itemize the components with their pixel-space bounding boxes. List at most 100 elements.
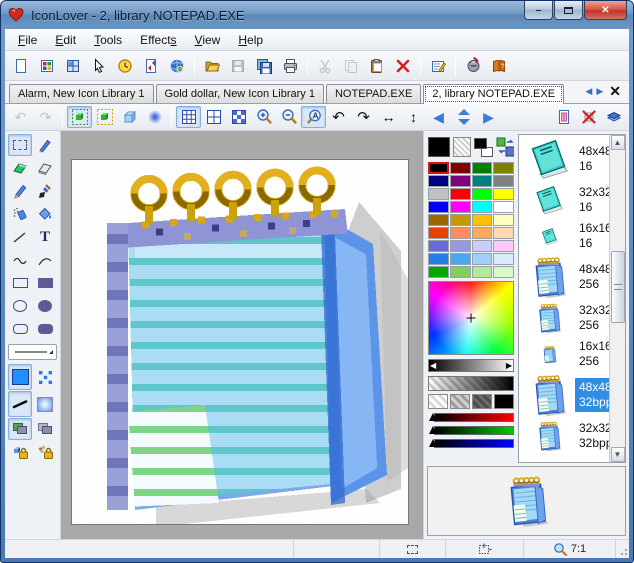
image-format-list-button[interactable]: [601, 106, 626, 128]
shift-right-button[interactable]: ▶: [476, 106, 501, 128]
palette-color-swatch[interactable]: [428, 201, 449, 213]
ellipse-tool[interactable]: [8, 295, 32, 317]
draw-mode-blur-button[interactable]: [142, 106, 167, 128]
format-item-32x32-256[interactable]: 32x32256: [523, 301, 609, 335]
tab-close-icon[interactable]: ✕: [607, 83, 623, 100]
palette-color-swatch[interactable]: [428, 175, 449, 187]
current-color-swatch[interactable]: [428, 137, 450, 157]
palette-color-swatch[interactable]: [493, 214, 514, 226]
opacity-50-swatch[interactable]: [450, 394, 470, 409]
format-list-scrollbar[interactable]: ▲ ▼: [609, 135, 625, 462]
blue-slider-marker[interactable]: [429, 439, 437, 447]
palette-color-swatch[interactable]: [472, 162, 493, 174]
filled-rectangle-tool[interactable]: [33, 272, 57, 294]
palette-color-swatch[interactable]: [450, 175, 471, 187]
title-bar[interactable]: IconLover - 2, library NOTEPAD.EXE – ✕: [1, 1, 633, 29]
capture-cursor-button[interactable]: [86, 54, 112, 78]
palette-color-swatch[interactable]: [450, 162, 471, 174]
transparent-color-swatch[interactable]: [453, 137, 471, 157]
copy-button[interactable]: [338, 54, 364, 78]
palette-color-swatch[interactable]: [472, 240, 493, 252]
save-button[interactable]: [225, 54, 251, 78]
tab-gold-dollar[interactable]: Gold dollar, New Icon Library 1: [156, 84, 324, 103]
new-image-format-button[interactable]: [551, 106, 576, 128]
rect-select-tool[interactable]: [8, 134, 32, 156]
shift-left-button[interactable]: ◀: [426, 106, 451, 128]
minimize-button[interactable]: –: [524, 1, 553, 20]
tab-scroll-right-icon[interactable]: ▶: [596, 86, 603, 97]
green-slider-marker[interactable]: [429, 426, 437, 434]
palette-color-swatch[interactable]: [472, 188, 493, 200]
tab-2-library-notepad[interactable]: 2, library NOTEPAD.EXE: [423, 84, 564, 104]
draw-mode-transparent-button[interactable]: [117, 106, 142, 128]
text-tool[interactable]: T: [33, 226, 57, 248]
redo-button[interactable]: ↷: [33, 106, 58, 128]
properties-button[interactable]: [425, 54, 451, 78]
close-button[interactable]: ✕: [584, 1, 627, 20]
opaque-mode-button[interactable]: [8, 418, 32, 440]
red-slider-marker[interactable]: [429, 413, 437, 421]
palette-color-swatch[interactable]: [493, 253, 514, 265]
grid-quarters-button[interactable]: [201, 106, 226, 128]
scroll-down-icon[interactable]: ▼: [611, 447, 625, 462]
palette-color-swatch[interactable]: [493, 188, 514, 200]
maximize-button[interactable]: [554, 1, 583, 20]
flip-vertical-button[interactable]: ↕: [401, 106, 426, 128]
palette-color-swatch[interactable]: [493, 162, 514, 174]
paste-button[interactable]: [364, 54, 390, 78]
color-picker-tool[interactable]: [33, 134, 57, 156]
pencil-tool[interactable]: [8, 180, 32, 202]
opacity-75-swatch[interactable]: [472, 394, 492, 409]
palette-color-swatch[interactable]: [472, 227, 493, 239]
scrollbar-thumb[interactable]: [611, 251, 625, 323]
rectangle-tool[interactable]: [8, 272, 32, 294]
curve-tool[interactable]: [8, 249, 32, 271]
line-tool[interactable]: [8, 226, 32, 248]
shift-vertical-button[interactable]: [451, 106, 476, 128]
palette-color-swatch[interactable]: [428, 162, 449, 174]
menu-view[interactable]: View: [186, 30, 230, 50]
format-item-16x16-16[interactable]: 16x1616: [523, 219, 609, 253]
palette-color-swatch[interactable]: [450, 266, 471, 278]
extract-icons-button[interactable]: [138, 54, 164, 78]
delete-image-format-button[interactable]: [576, 106, 601, 128]
menu-help[interactable]: Help: [229, 30, 272, 50]
undo-button[interactable]: ↶: [8, 106, 33, 128]
palette-color-swatch[interactable]: [472, 201, 493, 213]
line-width-select[interactable]: [8, 344, 57, 360]
palette-color-swatch[interactable]: [450, 188, 471, 200]
format-item-48x48-256[interactable]: 48x48256: [523, 255, 609, 299]
scatter-tool[interactable]: [33, 364, 57, 390]
spray-tool[interactable]: [8, 203, 32, 225]
palette-color-swatch[interactable]: [450, 240, 471, 252]
palette-color-swatch[interactable]: [450, 214, 471, 226]
brightness-slider[interactable]: ◀▶: [428, 359, 514, 372]
palette-color-swatch[interactable]: [472, 175, 493, 187]
print-button[interactable]: [277, 54, 303, 78]
eraser-tool[interactable]: [33, 157, 57, 179]
open-button[interactable]: [199, 54, 225, 78]
filled-ellipse-tool[interactable]: [33, 295, 57, 317]
format-item-48x48-32bpp[interactable]: 48x4832bpp: [523, 373, 609, 417]
new-icon-button[interactable]: [8, 54, 34, 78]
arc-tool[interactable]: [33, 249, 57, 271]
palette-color-swatch[interactable]: [493, 175, 514, 187]
tab-notepad-exe[interactable]: NOTEPAD.EXE: [326, 84, 421, 103]
palette-color-swatch[interactable]: [450, 227, 471, 239]
help-button[interactable]: ?: [486, 54, 512, 78]
palette-color-swatch[interactable]: [428, 253, 449, 265]
flip-horizontal-button[interactable]: ↔: [376, 106, 401, 128]
menu-edit[interactable]: Edit: [46, 30, 85, 50]
grid-checker-button[interactable]: [226, 106, 251, 128]
palette-color-swatch[interactable]: [428, 240, 449, 252]
lock-pixels-button[interactable]: [8, 441, 32, 463]
lock-colors-button[interactable]: [33, 441, 57, 463]
smooth-line-button[interactable]: [8, 391, 32, 417]
menu-tools[interactable]: Tools: [85, 30, 131, 50]
tab-scroll-left-icon[interactable]: ◀: [585, 86, 592, 97]
tab-alarm[interactable]: Alarm, New Icon Library 1: [9, 84, 154, 103]
palette-color-swatch[interactable]: [472, 266, 493, 278]
menu-file[interactable]: File: [9, 30, 46, 50]
foreground-color-button[interactable]: [8, 364, 32, 390]
actual-size-button[interactable]: A: [301, 106, 326, 128]
